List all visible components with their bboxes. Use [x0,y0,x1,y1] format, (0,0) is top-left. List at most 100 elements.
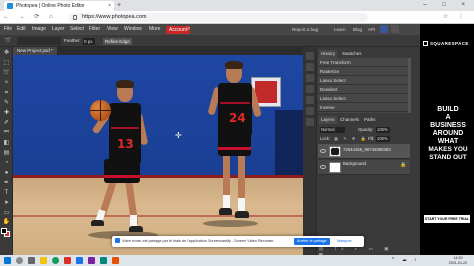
image-canvas[interactable]: 13 24 [13,55,303,255]
app-icon[interactable] [112,257,119,264]
search-taskbar-icon[interactable] [16,257,23,264]
url-field[interactable]: https://www.photopea.com [68,13,368,22]
menu-select[interactable]: Select [70,24,84,35]
menu-learn[interactable]: Learn [334,24,346,35]
hide-button[interactable]: Masquer [337,238,352,245]
history-row[interactable]: Rasterize [318,68,408,76]
task-view-icon[interactable] [28,257,35,264]
menu-image[interactable]: Image [32,24,46,35]
start-icon[interactable] [4,257,11,264]
character-panel-icon[interactable] [306,96,314,104]
brush-panel-icon[interactable] [306,85,314,93]
move-tool-icon[interactable]: ✥ [2,49,11,58]
tab-channels[interactable]: Channels [338,116,361,124]
shape-tool-icon[interactable]: ▭ [2,209,11,218]
eraser-tool-icon[interactable]: ◧ [2,139,11,148]
fill-input[interactable]: 100% [376,136,390,142]
lock-icon [73,15,77,20]
menu-more[interactable]: More [149,24,160,35]
pen-tool-icon[interactable]: ✒ [2,179,11,188]
properties-panel-icon[interactable] [306,74,314,82]
menu-layer[interactable]: Layer [52,24,65,35]
stop-sharing-button[interactable]: Arrêter le partage [294,238,330,245]
clone-stamp-icon[interactable]: ⎃ [2,129,11,138]
marquee-tool-icon[interactable]: ⬚ [2,59,11,68]
magic-wand-icon[interactable]: ✧ [2,79,11,88]
close-tab-icon[interactable]: × [108,1,111,11]
taskbar-clock[interactable]: 14:20 2021-01-22 [446,255,470,266]
ad-cta-button[interactable]: START YOUR FREE TRIAL [424,215,470,223]
visibility-eye-icon[interactable] [320,149,326,153]
menu-filter[interactable]: Filter [89,24,100,35]
tab-swatches[interactable]: Swatches [340,50,364,58]
foreground-color-swatch[interactable] [1,228,7,234]
opacity-input[interactable]: 100% [376,127,390,133]
right-player-sock-left [223,195,230,209]
visibility-eye-icon[interactable] [320,165,326,169]
tool-options-bar [0,35,420,47]
dodge-tool-icon[interactable]: ● [2,169,11,178]
healing-brush-icon[interactable]: ✚ [2,109,11,118]
hand-tool-icon[interactable]: ✋ [2,218,11,227]
menu-report-bug[interactable]: Report a bug [292,24,318,35]
app-icon[interactable] [64,257,71,264]
file-explorer-icon[interactable] [40,257,47,264]
history-scrollbar[interactable] [408,58,411,113]
blend-mode-select[interactable]: Normal [320,127,345,133]
tab-layers[interactable]: Layers [319,116,337,124]
cursor-crosshair-icon: ✛ [175,131,182,140]
lasso-tool-button-icon[interactable]: ➰ [2,69,11,78]
search-icon[interactable]: ⌕ [187,25,190,34]
history-row[interactable]: Lasso Select [318,95,408,103]
tab-paths[interactable]: Paths [362,116,378,124]
address-bar-icons[interactable]: ☆ ⋮ [443,12,468,23]
new-tab-button[interactable]: + [117,1,121,10]
gradient-tool-icon[interactable]: ▤ [2,149,11,158]
left-player-jersey-logo [111,127,139,129]
selection-mode-buttons[interactable] [17,37,61,45]
browser-tab[interactable]: Photopea | Online Photo Editor × [4,1,114,11]
chrome-icon[interactable] [52,257,59,264]
layer-name[interactable]: 72644456_96748386383 [343,146,391,153]
type-tool-icon[interactable]: T [2,189,11,198]
lock-icons[interactable]: ▦ ✎ ✥ 🔒 [334,135,368,142]
path-select-icon[interactable]: ➤ [2,199,11,208]
menu-api[interactable]: API [368,24,375,35]
feather-label: Feather: [64,38,81,43]
facebook-icon[interactable] [380,25,388,33]
menu-edit[interactable]: Edit [17,24,26,35]
history-panel-icon[interactable] [306,52,314,60]
document-tab[interactable]: New Project.psd * [13,47,57,55]
tab-history[interactable]: History [319,50,338,58]
app-icon[interactable] [88,257,95,264]
paragraph-panel-icon[interactable] [306,107,314,115]
menu-file[interactable]: File [4,24,12,35]
blur-tool-icon[interactable]: ◔ [2,159,11,168]
app-icon[interactable] [76,257,83,264]
menu-blog[interactable]: Blog [353,24,362,35]
refine-edge-button[interactable]: Refine Edge [103,38,132,45]
system-tray[interactable]: ^ ☁ ♪ [392,256,420,265]
screencastify-icon [115,238,120,243]
window-controls[interactable]: – □ × [423,0,472,11]
swatches-panel-icon[interactable] [306,63,314,71]
screen-share-text: Votre écran est partagé par le biais de … [122,239,275,243]
fullscreen-icon[interactable] [391,25,399,33]
feather-input[interactable]: 0 px [83,38,95,45]
court-line [13,175,303,178]
css-panel-icon[interactable] [306,118,314,126]
crop-tool-icon[interactable]: ⌗ [2,89,11,98]
menu-window[interactable]: Window [124,24,142,35]
menu-view[interactable]: View [107,24,118,35]
right-player-shorts-trim [218,147,251,150]
history-row[interactable]: Inverse [318,104,408,112]
history-row[interactable]: Lasso Select [318,77,408,85]
brush-tool-icon[interactable]: ✐ [2,119,11,128]
layer-name[interactable]: Background [343,160,366,167]
history-row[interactable]: Free Transform [318,59,408,67]
eyedropper-icon[interactable]: ✎ [2,99,11,108]
app-icon[interactable] [100,257,107,264]
history-row[interactable]: Deselect [318,86,408,94]
clock-date: 2021-01-22 [448,261,468,265]
browser-nav-buttons[interactable]: ← → ⟳ ⌂ [3,12,57,23]
